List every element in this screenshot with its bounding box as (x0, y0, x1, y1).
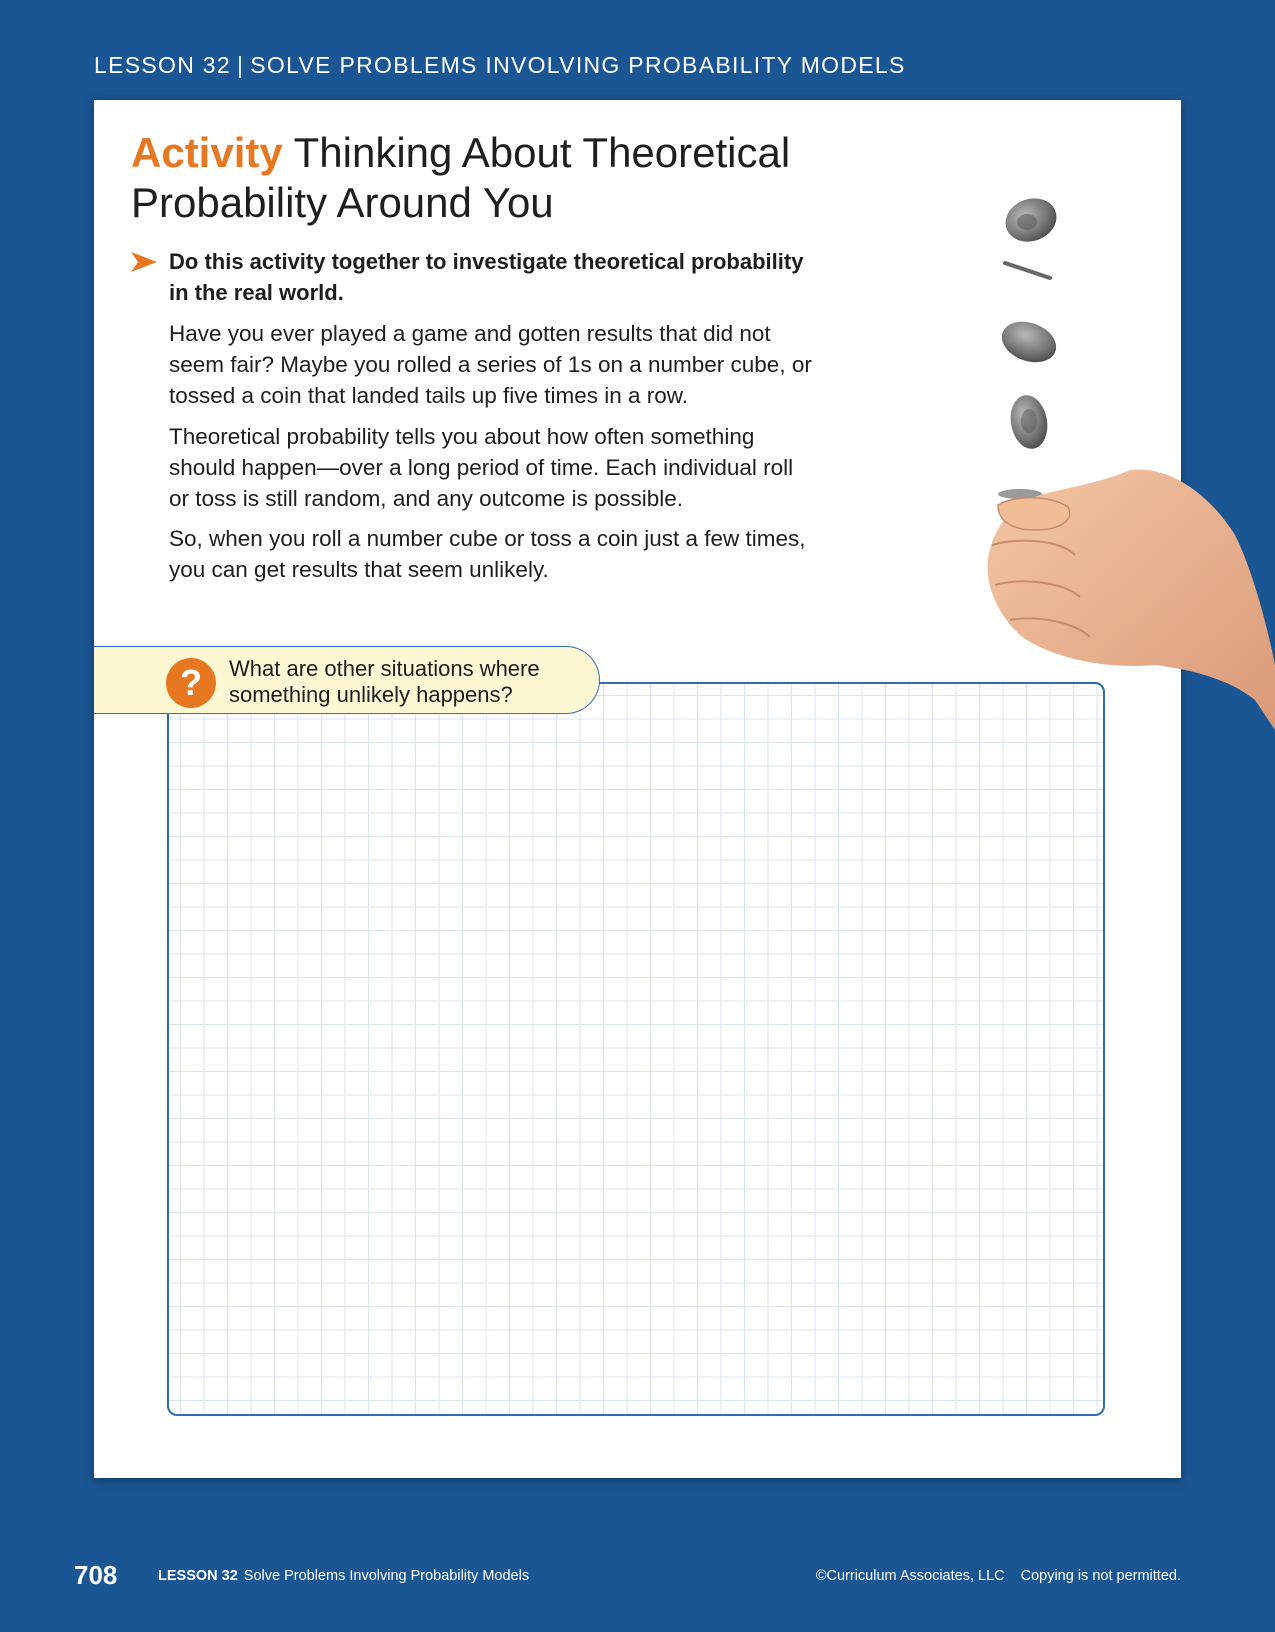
activity-paragraph-2: Theoretical probability tells you about … (169, 424, 794, 511)
question-prompt-text: What are other situations where somethin… (229, 656, 540, 707)
activity-title: Activity Thinking About Theoretical Prob… (131, 128, 831, 228)
activity-instruction: Do this activity together to investigate… (169, 249, 804, 305)
activity-title-line1: Thinking About Theoretical (293, 129, 791, 176)
question-mark-icon: ? (166, 658, 216, 708)
copy-notice: Copying is not permitted. (1020, 1568, 1181, 1584)
footer-copyright: ©Curriculum Associates, LLC Copying is no… (816, 1568, 1181, 1584)
graph-paper-answer-area[interactable] (167, 682, 1105, 1416)
activity-title-line2: Probability Around You (131, 179, 554, 226)
activity-label: Activity (131, 129, 283, 176)
header-lesson-number: LESSON 32 (94, 52, 231, 78)
flipping-coins-image (1001, 198, 1057, 449)
lesson-header: LESSON 32 | SOLVE PROBLEMS INVOLVING PROBA… (94, 52, 906, 79)
header-lesson-title: SOLVE PROBLEMS INVOLVING PROBABILITY MOD… (250, 52, 906, 78)
activity-paragraph-3: So, when you roll a number cube or toss … (169, 526, 806, 582)
footer-lesson-title: Solve Problems Involving Probability Mod… (243, 1568, 530, 1584)
header-separator: | (237, 52, 245, 78)
footer-lesson: LESSON 32 Solve Problems Involving Probab… (158, 1568, 529, 1584)
copyright-text: ©Curriculum Associates, LLC (815, 1568, 1005, 1584)
footer-lesson-number: LESSON 32 (158, 1568, 238, 1584)
activity-paragraph-1: Have you ever played a game and gotten r… (169, 321, 812, 408)
arrow-bullet-icon (131, 252, 157, 272)
page-number: 708 (74, 1560, 118, 1590)
